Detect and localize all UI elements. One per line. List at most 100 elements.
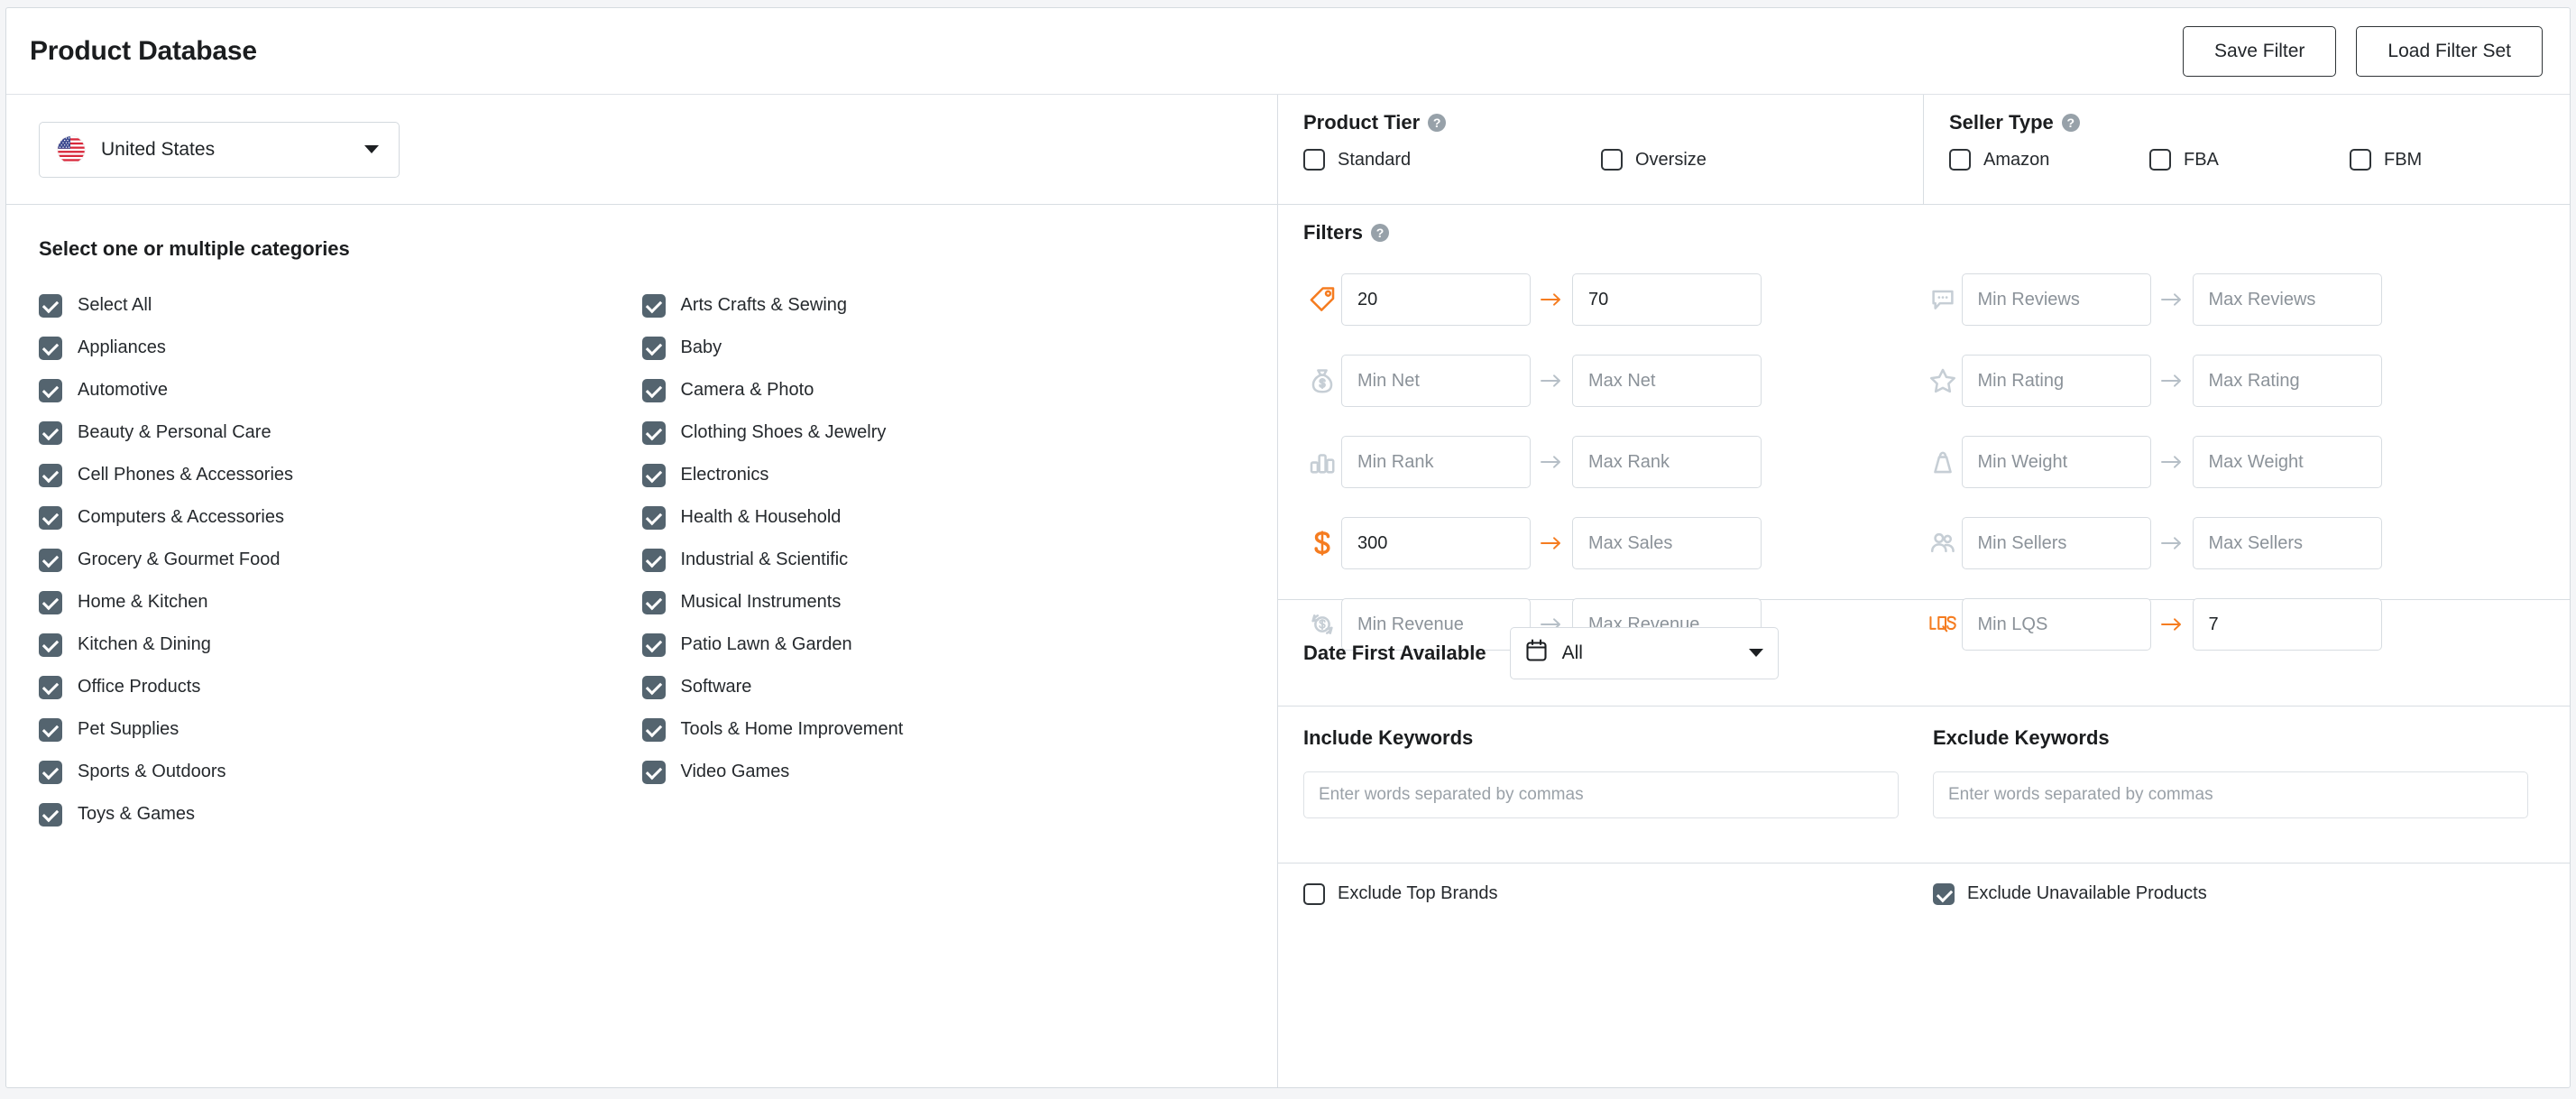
category-row[interactable]: Video Games [641, 751, 1246, 793]
category-row[interactable]: Clothing Shoes & Jewelry [641, 411, 1246, 454]
filter-max-input[interactable] [1572, 355, 1762, 407]
date-first-available-select[interactable]: All [1509, 626, 1779, 679]
range-arrow-icon [1531, 291, 1572, 308]
category-row[interactable]: Electronics [641, 454, 1246, 496]
category-checkbox[interactable] [39, 378, 62, 402]
exclude-option[interactable]: Exclude Unavailable Products [1933, 883, 2528, 1087]
seller-type-option[interactable]: FBM [2350, 149, 2550, 171]
filter-min-input[interactable] [1961, 273, 2151, 326]
category-checkbox[interactable] [39, 633, 62, 657]
filter-max-input[interactable] [1572, 273, 1762, 326]
category-checkbox[interactable] [39, 717, 62, 742]
category-checkbox[interactable] [39, 336, 62, 360]
card-header: Product Database Save Filter Load Filter… [6, 8, 2570, 95]
category-checkbox[interactable] [641, 293, 666, 318]
filter-max-input[interactable] [2192, 517, 2382, 569]
category-checkbox[interactable] [641, 505, 666, 530]
category-checkbox[interactable] [39, 590, 62, 614]
category-row[interactable]: Computers & Accessories [39, 496, 642, 539]
category-checkbox[interactable] [641, 378, 666, 402]
filter-min-input[interactable] [1341, 436, 1531, 488]
exclude-keywords-input[interactable] [1933, 771, 2528, 818]
category-row[interactable]: Kitchen & Dining [39, 623, 642, 666]
category-label: Kitchen & Dining [78, 634, 211, 654]
save-filter-button[interactable]: Save Filter [2183, 25, 2337, 77]
exclude-option[interactable]: Exclude Top Brands [1303, 883, 1899, 1087]
marketplace-select[interactable]: United States [39, 121, 400, 178]
include-keywords-title: Include Keywords [1303, 726, 1474, 749]
product-tier-checkbox[interactable] [1303, 149, 1325, 171]
load-filter-set-button[interactable]: Load Filter Set [2356, 25, 2543, 77]
category-row[interactable]: Musical Instruments [641, 581, 1246, 623]
category-row[interactable]: Sports & Outdoors [39, 751, 642, 793]
filter-max-input[interactable] [1572, 436, 1762, 488]
category-label: Grocery & Gourmet Food [78, 550, 281, 569]
category-checkbox[interactable] [39, 293, 62, 318]
category-row[interactable]: Software [641, 666, 1246, 708]
filter-max-input[interactable] [2192, 355, 2382, 407]
category-row[interactable]: Appliances [39, 327, 642, 369]
filter-min-input[interactable] [1961, 436, 2151, 488]
seller-type-title: Seller Type ? [1949, 111, 2570, 134]
category-checkbox[interactable] [39, 505, 62, 530]
category-checkbox[interactable] [641, 590, 666, 614]
product-tier-option[interactable]: Oversize [1601, 149, 1872, 171]
filter-min-input[interactable] [1961, 355, 2151, 407]
seller-type-option[interactable]: FBA [2149, 149, 2350, 171]
weight-icon [1924, 448, 1962, 476]
category-row[interactable]: Tools & Home Improvement [641, 708, 1246, 751]
filter-min-input[interactable] [1341, 273, 1531, 326]
category-checkbox[interactable] [39, 420, 62, 445]
category-row[interactable]: Industrial & Scientific [641, 539, 1246, 581]
category-label: Sports & Outdoors [78, 762, 226, 781]
category-checkbox[interactable] [39, 548, 62, 572]
category-row[interactable]: Grocery & Gourmet Food [39, 539, 642, 581]
filter-min-input[interactable] [1341, 517, 1531, 569]
filter-max-input[interactable] [2192, 273, 2382, 326]
category-row[interactable]: Patio Lawn & Garden [641, 623, 1246, 666]
category-checkbox[interactable] [641, 420, 666, 445]
category-checkbox[interactable] [641, 717, 666, 742]
range-arrow-icon [1531, 373, 1572, 389]
category-row[interactable]: Office Products [39, 666, 642, 708]
category-checkbox[interactable] [641, 336, 666, 360]
help-circle-icon[interactable]: ? [1428, 114, 1447, 132]
category-row[interactable]: Camera & Photo [641, 369, 1246, 411]
category-checkbox[interactable] [39, 675, 62, 699]
category-row[interactable]: Toys & Games [39, 793, 642, 836]
category-checkbox[interactable] [641, 760, 666, 784]
seller-type-checkbox[interactable] [1949, 149, 1971, 171]
filter-min-input[interactable] [1341, 355, 1531, 407]
category-row[interactable]: Health & Household [641, 496, 1246, 539]
exclude-checkbox[interactable] [1303, 883, 1325, 905]
category-row[interactable]: Baby [641, 327, 1246, 369]
category-checkbox[interactable] [39, 802, 62, 827]
category-row[interactable]: Beauty & Personal Care [39, 411, 642, 454]
product-tier-option[interactable]: Standard [1303, 149, 1601, 171]
category-checkbox[interactable] [641, 463, 666, 487]
exclude-checkbox[interactable] [1933, 883, 1955, 905]
help-circle-icon[interactable]: ? [1371, 224, 1390, 242]
range-arrow-icon [2151, 373, 2193, 389]
seller-type-checkbox[interactable] [2149, 149, 2171, 171]
category-checkbox[interactable] [641, 675, 666, 699]
help-circle-icon[interactable]: ? [2061, 114, 2080, 132]
filter-max-input[interactable] [1572, 517, 1762, 569]
category-row[interactable]: Pet Supplies [39, 708, 642, 751]
category-checkbox[interactable] [641, 633, 666, 657]
category-checkbox[interactable] [641, 548, 666, 572]
category-row[interactable]: Automotive [39, 369, 642, 411]
filter-max-input[interactable] [2192, 436, 2382, 488]
category-row[interactable]: Arts Crafts & Sewing [641, 284, 1246, 327]
category-checkbox[interactable] [39, 463, 62, 487]
include-keywords-input[interactable] [1303, 771, 1899, 818]
seller-type-option[interactable]: Amazon [1949, 149, 2149, 171]
category-checkbox[interactable] [39, 760, 62, 784]
category-row[interactable]: Home & Kitchen [39, 581, 642, 623]
category-row[interactable]: Select All [39, 284, 642, 327]
filter-min-input[interactable] [1961, 517, 2151, 569]
seller-type-checkbox[interactable] [2350, 149, 2371, 171]
product-tier-checkbox[interactable] [1601, 149, 1623, 171]
category-row[interactable]: Cell Phones & Accessories [39, 454, 642, 496]
range-arrow-icon [2151, 291, 2193, 308]
